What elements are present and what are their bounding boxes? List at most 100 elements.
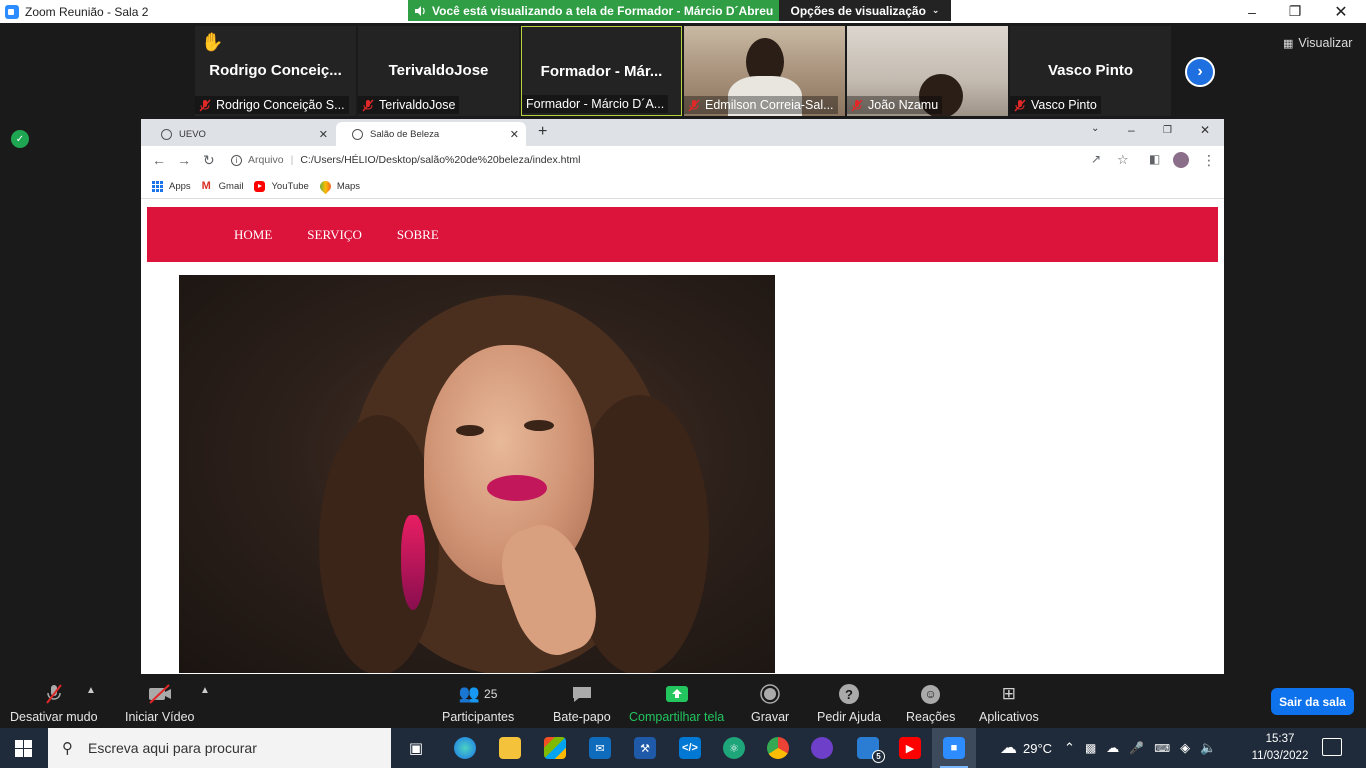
mail-icon[interactable]: ✉ <box>589 737 611 759</box>
new-tab-button[interactable]: + <box>538 123 547 141</box>
word-document-icon[interactable]: 5 <box>857 737 885 763</box>
participant-label: TerivaldoJose <box>358 96 460 114</box>
volume-speaker-icon[interactable]: 🔈 <box>1200 740 1216 756</box>
next-page-arrow-button[interactable]: › <box>1185 57 1215 87</box>
record-button[interactable]: Gravar <box>751 683 789 724</box>
close-button[interactable]: ✕ <box>1318 0 1364 23</box>
nav-link-home[interactable]: HOME <box>234 227 272 243</box>
windows-start-icon[interactable] <box>15 740 32 757</box>
kebab-menu-icon[interactable]: ⋮ <box>1202 152 1216 169</box>
participant-video-tile[interactable]: João Nzamu <box>847 26 1008 116</box>
participant-display-name: TerivaldoJose <box>388 62 489 79</box>
browser-tab-active[interactable]: Salão de Beleza ✕ <box>336 122 526 146</box>
hero-portrait-image <box>179 275 775 673</box>
leave-room-button[interactable]: Sair da sala <box>1271 688 1354 715</box>
network-wifi-icon[interactable]: ◈ <box>1180 740 1190 756</box>
participant-tile[interactable]: TerivaldoJose TerivaldoJose <box>358 26 519 116</box>
browser-close-button[interactable]: ✕ <box>1200 123 1210 137</box>
address-bar[interactable]: i Arquivo | C:/Users/HÉLIO/Desktop/salão… <box>231 149 1181 171</box>
info-icon[interactable]: i <box>231 154 242 166</box>
weather-cloud-icon[interactable]: ☁ <box>1000 738 1017 758</box>
participant-label-text: Vasco Pinto <box>1031 98 1097 112</box>
task-view-icon[interactable]: ▣ <box>405 737 427 759</box>
show-hidden-icons-chevron-icon[interactable]: ⌃ <box>1064 740 1075 756</box>
participant-tile[interactable]: ✋ Rodrigo Conceiç... Rodrigo Conceição S… <box>195 26 356 116</box>
system-clock[interactable]: 15:37 11/03/2022 <box>1248 731 1312 765</box>
bookmarks-bar: Apps M Gmail YouTube Maps <box>141 175 1224 199</box>
participant-tile-active-speaker[interactable]: Formador - Már... Formador - Márcio D´A.… <box>521 26 682 116</box>
onedrive-cloud-icon[interactable]: ☁ <box>1106 740 1119 756</box>
participants-button[interactable]: 👥 25 Participantes <box>442 683 514 724</box>
atom-app-icon[interactable]: ⚛ <box>723 737 745 759</box>
participant-label: Vasco Pinto <box>1010 96 1101 114</box>
weather-temperature[interactable]: 29°C <box>1023 741 1052 756</box>
bookmark-youtube[interactable]: YouTube <box>254 181 309 192</box>
star-icon[interactable]: ☆ <box>1117 152 1129 168</box>
meet-now-icon[interactable]: ▩ <box>1085 741 1096 755</box>
unmute-label: Desativar mudo <box>10 710 98 724</box>
reactions-button[interactable]: ☺ Reações <box>906 683 955 724</box>
start-video-button[interactable]: Iniciar Vídeo <box>125 683 194 724</box>
view-options-dropdown[interactable]: Opções de visualização ⌄ <box>779 0 951 21</box>
participant-label-text: TerivaldoJose <box>379 98 456 112</box>
github-desktop-icon[interactable] <box>811 737 833 759</box>
side-panel-icon[interactable]: ◧ <box>1149 152 1160 166</box>
notification-center-icon[interactable] <box>1322 738 1342 756</box>
ask-for-help-button[interactable]: ? Pedir Ajuda <box>817 683 881 724</box>
back-arrow-icon[interactable]: ← <box>152 152 166 168</box>
close-tab-icon[interactable]: ✕ <box>510 128 519 141</box>
microsoft-store-icon[interactable] <box>544 737 566 759</box>
url-separator: | <box>290 154 294 166</box>
share-icon[interactable]: ↗ <box>1091 152 1101 166</box>
tab-search-chevron-icon[interactable]: ⌄ <box>1091 123 1099 134</box>
nav-link-sobre[interactable]: SOBRE <box>397 227 439 243</box>
view-layout-label: Visualizar <box>1298 36 1353 50</box>
participant-strip: ✋ Rodrigo Conceiç... Rodrigo Conceição S… <box>0 23 1366 118</box>
chat-button[interactable]: Bate-papo <box>553 683 611 724</box>
chrome-icon[interactable] <box>767 737 789 759</box>
restore-button[interactable]: ❐ <box>1272 0 1318 23</box>
mic-off-icon <box>362 98 374 112</box>
view-layout-button[interactable]: ▦ Visualizar <box>1283 36 1352 50</box>
taskbar-search-box[interactable]: ⚲ Escreva aqui para procurar <box>48 728 391 768</box>
bookmark-apps[interactable]: Apps <box>152 181 191 192</box>
bookmark-maps[interactable]: Maps <box>317 178 360 195</box>
share-banner-text: Você está visualizando a tela de Formado… <box>432 3 774 18</box>
vscode-icon[interactable]: </> <box>679 737 701 759</box>
bookmark-gmail[interactable]: M Gmail <box>202 181 244 193</box>
file-explorer-icon[interactable] <box>499 737 521 759</box>
edge-browser-icon[interactable] <box>454 737 476 759</box>
globe-icon <box>352 128 363 140</box>
youtube-app-icon[interactable]: ▶ <box>899 737 921 759</box>
browser-restore-button[interactable]: ❐ <box>1163 125 1172 136</box>
zoom-icon: ■ <box>943 737 965 759</box>
share-screen-button[interactable]: Compartilhar tela <box>629 683 724 724</box>
lips-shape <box>487 475 547 501</box>
forward-arrow-icon[interactable]: → <box>177 152 191 168</box>
nav-link-servico[interactable]: SERVIÇO <box>307 227 362 243</box>
participants-count: 25 <box>484 687 498 701</box>
minimize-button[interactable]: – <box>1229 0 1275 23</box>
microphone-icon[interactable]: 🎤 <box>1129 741 1144 755</box>
reload-icon[interactable]: ↻ <box>203 152 215 169</box>
chevron-right-icon: › <box>1197 63 1203 80</box>
speaker-icon <box>415 5 425 16</box>
browser-tab[interactable]: UEVO ✕ <box>145 122 335 146</box>
security-shield-icon[interactable]: ✓ <box>11 130 29 148</box>
browser-minimize-button[interactable]: – <box>1128 123 1135 137</box>
unmute-button[interactable]: Desativar mudo <box>10 683 98 724</box>
profile-avatar[interactable] <box>1173 152 1189 168</box>
apps-button[interactable]: ⊞ Aplicativos <box>979 683 1039 724</box>
zoom-taskbar-button[interactable]: ■ <box>932 728 976 768</box>
audio-options-caret-icon[interactable]: ▲ <box>86 685 96 696</box>
video-options-caret-icon[interactable]: ▲ <box>200 685 210 696</box>
eye-left-shape <box>456 425 484 436</box>
input-language-icon[interactable]: ⌨ <box>1154 742 1170 755</box>
mic-off-icon <box>688 98 700 112</box>
close-tab-icon[interactable]: ✕ <box>319 128 328 141</box>
participant-tile[interactable]: Vasco Pinto Vasco Pinto <box>1010 26 1171 116</box>
start-video-label: Iniciar Vídeo <box>125 710 195 724</box>
devtools-app-icon[interactable]: ⚒ <box>634 737 656 759</box>
participants-label: Participantes <box>442 710 515 724</box>
participant-video-tile[interactable]: Edmilson Correia-Sal... <box>684 26 845 116</box>
